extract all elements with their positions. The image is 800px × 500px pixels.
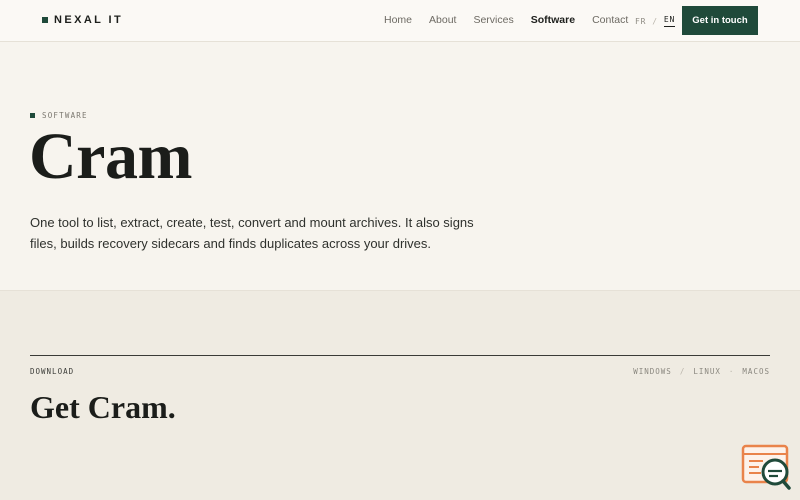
page-title: Cram: [29, 120, 192, 193]
nav-item-contact[interactable]: Contact: [592, 14, 628, 26]
language-switcher: FR / EN: [635, 15, 676, 27]
download-section: DOWNLOAD WINDOWS / LINUX · MACOS Get Cra…: [0, 291, 800, 500]
nav-item-about[interactable]: About: [429, 14, 456, 26]
chat-support-widget[interactable]: [741, 444, 791, 490]
brand-name: NEXAL IT: [54, 14, 124, 26]
eyebrow-label: SOFTWARE: [42, 111, 88, 120]
download-title: Get Cram.: [30, 389, 176, 425]
lang-separator: /: [652, 16, 658, 26]
site-header: NEXAL IT Home About Services Software Co…: [0, 0, 800, 42]
lang-option-fr[interactable]: FR: [635, 17, 646, 26]
platform-separator: ·: [728, 367, 735, 376]
section-divider: [30, 355, 770, 356]
platform-windows[interactable]: WINDOWS: [633, 367, 672, 376]
platform-linux[interactable]: LINUX: [693, 367, 721, 376]
get-in-touch-button[interactable]: Get in touch: [682, 6, 758, 35]
hero-section: SOFTWARE Cram One tool to list, extract,…: [0, 42, 800, 291]
eyebrow-square-icon: [30, 113, 35, 118]
hero-description: One tool to list, extract, create, test,…: [30, 215, 474, 251]
platform-separator: /: [679, 367, 686, 376]
download-label: DOWNLOAD: [30, 367, 75, 376]
brand-logo[interactable]: NEXAL IT: [42, 14, 123, 26]
platform-macos[interactable]: MACOS: [742, 367, 770, 376]
nav-item-home[interactable]: Home: [384, 14, 412, 26]
nav-item-software[interactable]: Software: [531, 14, 575, 26]
section-eyebrow: SOFTWARE: [30, 111, 88, 120]
brand-square-icon: [42, 17, 48, 23]
main-nav: Home About Services Software Contact: [384, 14, 645, 26]
lang-option-en[interactable]: EN: [663, 15, 676, 27]
platform-list: WINDOWS / LINUX · MACOS: [633, 367, 770, 376]
chat-support-icon: [741, 444, 791, 490]
nav-item-services[interactable]: Services: [473, 14, 513, 26]
